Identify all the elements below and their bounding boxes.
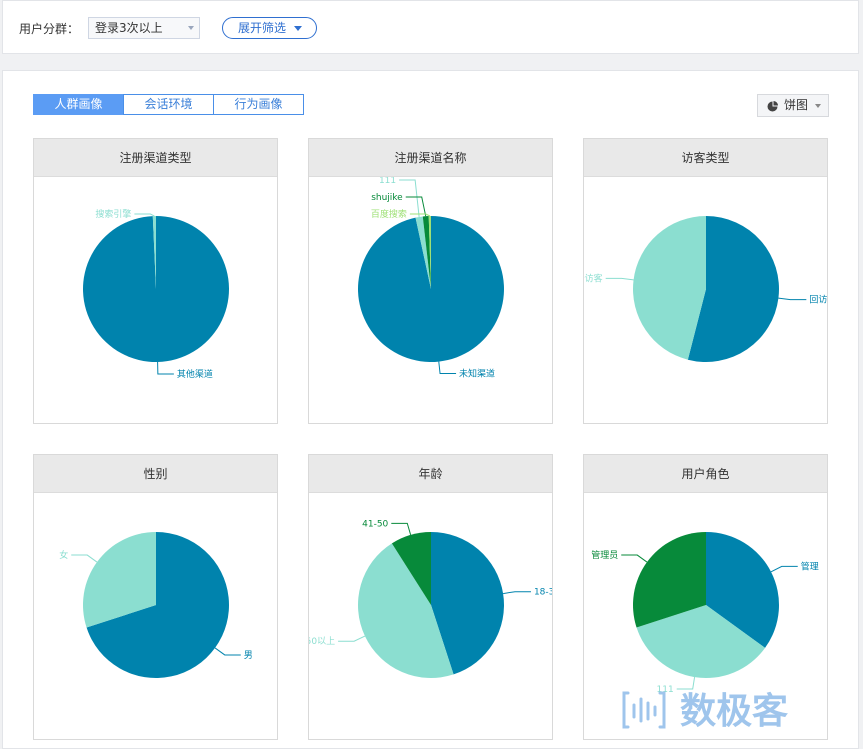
watermark-logo: 数极客 [622,691,788,732]
chevron-down-icon [188,26,194,30]
pie-slice-label: 百度搜索 [371,208,407,220]
chart-type-select[interactable]: 饼图 [757,94,829,117]
pie-slice-label: 18-35 [534,588,552,598]
segment-select[interactable]: 登录3次以上 [88,17,200,39]
sound-wave-icon [622,691,666,729]
portrait-panel: 人群画像 会话环境 行为画像 饼图 注册渠道类型 其他渠道 搜索引擎 注册渠道名称… [2,70,859,749]
pie-slice-label: 男 [244,650,253,661]
caret-down-icon [294,26,302,31]
pie-leader-line [391,522,412,536]
chart-title: 用户角色 [584,455,827,493]
segment-select-value: 登录3次以上 [95,21,163,35]
expand-filter-button[interactable]: 展开筛选 [222,17,317,39]
chart-title: 注册渠道类型 [34,139,277,177]
tab-bar: 人群画像 会话环境 行为画像 [33,94,304,115]
chart-title: 注册渠道名称 [309,139,552,177]
pie-leader-line [605,277,634,281]
tab-crowd-portrait[interactable]: 人群画像 [33,94,124,115]
pie-slice-label: 管理员 [591,549,618,561]
pie-slice-label: 111 [379,177,396,186]
pie-leader-line [338,635,366,642]
pie-slice-label: 41-50 [362,519,388,529]
pie-chart-icon [767,101,778,112]
pie-chart: 男女 [59,532,253,678]
chart-title: 年龄 [309,455,552,493]
pie-slice-label: 回访访 [809,295,827,306]
pie-leader-line [409,213,431,217]
expand-filter-label: 展开筛选 [238,21,287,35]
chart-card-reg-channel-name: 注册渠道名称 未知渠道 111 shujike 百度搜索 [308,138,553,424]
chart-title: 访客类型 [584,139,827,177]
chart-card-reg-channel-type: 注册渠道类型 其他渠道 搜索引擎 [33,138,278,424]
pie-chart: 未知渠道 111 shujike 百度搜索 [358,177,504,380]
chart-card-gender: 性别 男女 [33,454,278,740]
filter-bar: 用户分群： 登录3次以上 展开筛选 [2,0,859,54]
chart-card-age: 年龄 18-35 50以上 41-50 [308,454,553,740]
chevron-down-icon [815,104,821,108]
pie-leader-line [134,213,155,217]
pie-slice-label: 女 [59,549,68,561]
pie-leader-line [71,554,98,563]
pie-slice-label: 未知渠道 [459,368,495,380]
segment-label: 用户分群： [19,22,80,36]
chart-title: 性别 [34,455,277,493]
pie-slice-label: shujike [371,193,403,203]
pie-leader-line [503,591,531,595]
pie-leader-line [157,361,174,375]
pie-chart: 回访访 新访客 [584,216,827,362]
pie-leader-line [405,196,427,217]
pie-slice-label: 管理 [801,560,819,572]
pie-slice-label: 其他渠道 [177,368,213,380]
tab-session-environment[interactable]: 会话环境 [123,94,214,115]
watermark-text: 数极客 [680,691,788,732]
pie-leader-line [621,554,648,563]
pie-leader-line [770,565,798,573]
tab-behavior-portrait[interactable]: 行为画像 [213,94,304,115]
pie-slice-label: 搜索引擎 [95,208,131,220]
pie-slice-label: 50以上 [309,636,335,647]
pie-leader-line [778,297,807,301]
pie-leader-line [214,647,241,656]
pie-chart: 其他渠道 搜索引擎 [83,208,230,380]
pie-slice[interactable] [83,216,230,362]
chart-card-visitor-type: 访客类型 回访访 新访客 [583,138,828,424]
pie-chart: 18-35 50以上 41-50 [309,519,552,678]
pie-leader-line [438,361,457,375]
chart-type-label: 饼图 [784,98,809,112]
pie-slice-label: 新访客 [584,272,603,284]
